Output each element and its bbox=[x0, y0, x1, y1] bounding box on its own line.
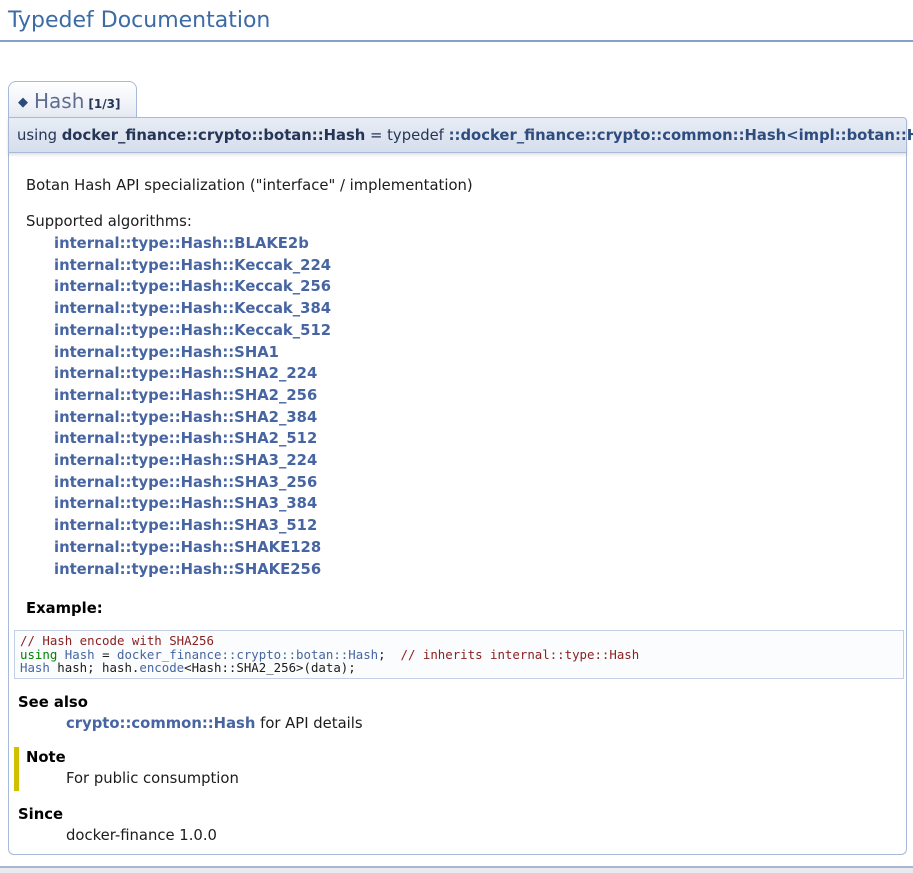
list-item: internal::type::Hash::SHA2_512 bbox=[54, 428, 897, 450]
list-item: internal::type::Hash::Keccak_512 bbox=[54, 320, 897, 342]
code-text: <Hash::SHA2_256>(data); bbox=[184, 660, 356, 675]
algorithm-link-shake128[interactable]: internal::type::Hash::SHAKE128 bbox=[54, 539, 321, 556]
declaration-connector: = typedef bbox=[365, 127, 448, 144]
member-doc-body: Botan Hash API specialization ("interfac… bbox=[8, 153, 907, 855]
since-content: docker-finance 1.0.0 bbox=[66, 827, 897, 844]
anchor-diamond-icon[interactable]: ◆ bbox=[18, 95, 28, 110]
algorithm-link-sha1[interactable]: internal::type::Hash::SHA1 bbox=[54, 344, 279, 361]
see-also-link[interactable]: crypto::common::Hash bbox=[66, 715, 255, 732]
list-item: internal::type::Hash::SHA2_256 bbox=[54, 385, 897, 407]
algorithm-link-keccak-256[interactable]: internal::type::Hash::Keccak_256 bbox=[54, 278, 331, 295]
code-text: ; bbox=[378, 647, 400, 662]
code-line: // Hash encode with SHA256 bbox=[20, 634, 898, 648]
code-link-encode[interactable]: encode bbox=[139, 660, 184, 675]
see-also-section: See also crypto::common::Hash for API de… bbox=[18, 694, 897, 732]
note-content: For public consumption bbox=[66, 770, 897, 787]
list-item: internal::type::Hash::BLAKE2b bbox=[54, 233, 897, 255]
list-item: internal::type::Hash::Keccak_256 bbox=[54, 276, 897, 298]
note-heading: Note bbox=[26, 749, 897, 766]
member-index-badge: [1/3] bbox=[88, 97, 120, 111]
example-heading: Example: bbox=[26, 600, 897, 617]
code-block: // Hash encode with SHA256 using Hash = … bbox=[14, 630, 904, 679]
algorithm-link-sha3-224[interactable]: internal::type::Hash::SHA3_224 bbox=[54, 452, 317, 469]
algorithm-link-sha2-384[interactable]: internal::type::Hash::SHA2_384 bbox=[54, 409, 317, 426]
algorithms-list: internal::type::Hash::BLAKE2b internal::… bbox=[54, 233, 897, 580]
see-also-content: crypto::common::Hash for API details bbox=[66, 715, 897, 732]
list-item: internal::type::Hash::SHA2_224 bbox=[54, 363, 897, 385]
algorithm-link-sha2-512[interactable]: internal::type::Hash::SHA2_512 bbox=[54, 430, 317, 447]
algorithm-link-shake256[interactable]: internal::type::Hash::SHAKE256 bbox=[54, 561, 321, 578]
typedef-documentation-page: Typedef Documentation ◆ Hash [1/3] using d… bbox=[0, 0, 913, 873]
list-item: internal::type::Hash::Keccak_224 bbox=[54, 255, 897, 277]
code-line: using Hash = docker_finance::crypto::bot… bbox=[20, 648, 898, 662]
code-comment: // inherits internal::type::Hash bbox=[401, 647, 640, 662]
list-item: internal::type::Hash::SHA1 bbox=[54, 342, 897, 364]
member-item-hash: ◆Hash[1/3] using docker_finance::crypto:… bbox=[8, 80, 907, 855]
code-link-hash[interactable]: Hash bbox=[20, 660, 50, 675]
list-item: internal::type::Hash::SHA2_384 bbox=[54, 407, 897, 429]
algorithm-link-sha3-512[interactable]: internal::type::Hash::SHA3_512 bbox=[54, 517, 317, 534]
note-section: Note For public consumption bbox=[14, 747, 897, 791]
see-also-suffix: for API details bbox=[255, 715, 362, 732]
list-item: internal::type::Hash::Keccak_384 bbox=[54, 298, 897, 320]
algorithm-link-sha3-384[interactable]: internal::type::Hash::SHA3_384 bbox=[54, 495, 317, 512]
algorithm-link-keccak-512[interactable]: internal::type::Hash::Keccak_512 bbox=[54, 322, 331, 339]
declaration-target-link[interactable]: ::docker_finance::crypto::common::Hash<i… bbox=[449, 127, 913, 144]
algorithm-link-sha2-224[interactable]: internal::type::Hash::SHA2_224 bbox=[54, 365, 317, 382]
algorithm-link-keccak-224[interactable]: internal::type::Hash::Keccak_224 bbox=[54, 257, 331, 274]
member-tab: ◆ Hash [1/3] bbox=[8, 81, 137, 118]
list-item: internal::type::Hash::SHA3_384 bbox=[54, 493, 897, 515]
list-item: internal::type::Hash::SHA3_224 bbox=[54, 450, 897, 472]
declaration-using-keyword: using bbox=[17, 127, 62, 144]
member-declaration-bar: using docker_finance::crypto::botan::Has… bbox=[8, 117, 907, 153]
algorithms-label: Supported algorithms: bbox=[26, 213, 897, 230]
code-text: hash; hash. bbox=[50, 660, 140, 675]
since-heading: Since bbox=[18, 806, 897, 823]
algorithm-link-sha2-256[interactable]: internal::type::Hash::SHA2_256 bbox=[54, 387, 317, 404]
list-item: internal::type::Hash::SHAKE128 bbox=[54, 537, 897, 559]
code-line: Hash hash; hash.encode<Hash::SHA2_256>(d… bbox=[20, 661, 898, 675]
list-item: internal::type::Hash::SHAKE256 bbox=[54, 559, 897, 581]
member-title: Hash bbox=[34, 89, 84, 113]
see-also-heading: See also bbox=[18, 694, 897, 711]
member-description: Botan Hash API specialization ("interfac… bbox=[26, 177, 897, 194]
since-section: Since docker-finance 1.0.0 bbox=[18, 806, 897, 844]
algorithm-link-sha3-256[interactable]: internal::type::Hash::SHA3_256 bbox=[54, 474, 317, 491]
footer-divider bbox=[0, 866, 913, 873]
algorithm-link-blake2b[interactable]: internal::type::Hash::BLAKE2b bbox=[54, 235, 309, 252]
section-title: Typedef Documentation bbox=[0, 0, 913, 42]
declaration-typedef-name: docker_finance::crypto::botan::Hash bbox=[62, 127, 366, 144]
list-item: internal::type::Hash::SHA3_256 bbox=[54, 472, 897, 494]
list-item: internal::type::Hash::SHA3_512 bbox=[54, 515, 897, 537]
algorithm-link-keccak-384[interactable]: internal::type::Hash::Keccak_384 bbox=[54, 300, 331, 317]
